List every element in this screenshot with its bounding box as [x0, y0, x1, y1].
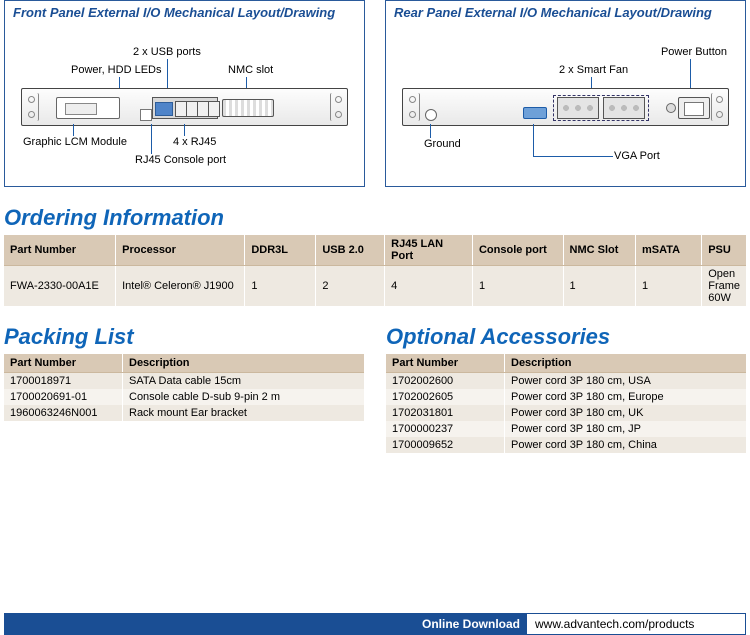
front-chassis [21, 88, 348, 126]
online-download-label: Online Download [412, 613, 526, 635]
th-part-number: Part Number [386, 354, 505, 373]
label-vga: VGA Port [614, 150, 660, 162]
cell-desc: SATA Data cable 15cm [123, 373, 365, 390]
cell-ddr3l: 1 [245, 266, 316, 307]
rj45-port [208, 101, 220, 117]
accessories-heading: Optional Accessories [386, 324, 746, 350]
th-ddr3l: DDR3L [245, 235, 316, 266]
th-msata: mSATA [636, 235, 702, 266]
rear-panel-box: Rear Panel External I/O Mechanical Layou… [385, 0, 746, 187]
label-smart-fan: 2 x Smart Fan [559, 64, 628, 76]
label-power-leds: Power, HDD LEDs [71, 64, 161, 76]
cell-part: FWA-2330-00A1E [4, 266, 116, 307]
smart-fan [603, 97, 645, 119]
cell-desc: Power cord 3P 180 cm, USA [505, 373, 747, 390]
rear-chassis [402, 88, 729, 126]
front-panel-drawing: 2 x USB ports Power, HDD LEDs NMC slot [13, 28, 356, 178]
psu-inlet [678, 97, 710, 119]
table-row: 1700020691-01 Console cable D-sub 9-pin … [4, 389, 364, 405]
ordering-heading: Ordering Information [4, 205, 746, 231]
packing-table: Part Number Description 1700018971 SATA … [4, 354, 364, 421]
footer-bar: Online Download www.advantech.com/produc… [4, 613, 746, 635]
th-psu: PSU [702, 235, 746, 266]
cell-desc: Rack mount Ear bracket [123, 405, 365, 421]
th-part-number: Part Number [4, 354, 123, 373]
th-console: Console port [472, 235, 563, 266]
label-console: RJ45 Console port [135, 154, 226, 166]
front-panel-title: Front Panel External I/O Mechanical Layo… [13, 5, 356, 20]
label-nmc-slot: NMC slot [228, 64, 273, 76]
usb-ports [155, 102, 173, 116]
th-part-number: Part Number [4, 235, 116, 266]
table-row: 1700000237 Power cord 3P 180 cm, JP [386, 421, 746, 437]
lcm-module [56, 97, 120, 119]
nmc-slot [222, 99, 274, 117]
label-lcm: Graphic LCM Module [23, 136, 127, 148]
cell-desc: Power cord 3P 180 cm, JP [505, 421, 747, 437]
rear-panel-title: Rear Panel External I/O Mechanical Layou… [394, 5, 737, 20]
table-row: 1702002600 Power cord 3P 180 cm, USA [386, 373, 746, 390]
vga-port [523, 107, 547, 119]
cell-desc: Power cord 3P 180 cm, China [505, 437, 747, 453]
th-lan: RJ45 LAN Port [385, 235, 473, 266]
cell-part: 1700000237 [386, 421, 505, 437]
cell-desc: Power cord 3P 180 cm, UK [505, 405, 747, 421]
table-row: 1960063246N001 Rack mount Ear bracket [4, 405, 364, 421]
console-port [140, 109, 152, 121]
cell-desc: Power cord 3P 180 cm, Europe [505, 389, 747, 405]
table-row: FWA-2330-00A1E Intel® Celeron® J1900 1 2… [4, 266, 746, 307]
cell-part: 1700018971 [4, 373, 123, 390]
table-row: 1702031801 Power cord 3P 180 cm, UK [386, 405, 746, 421]
ordering-table: Part Number Processor DDR3L USB 2.0 RJ45… [4, 235, 746, 306]
cell-part: 1700009652 [386, 437, 505, 453]
packing-heading: Packing List [4, 324, 364, 350]
cell-msata: 1 [636, 266, 702, 307]
accessories-table: Part Number Description 1702002600 Power… [386, 354, 746, 453]
io-layout-panels: Front Panel External I/O Mechanical Layo… [4, 0, 746, 187]
th-usb: USB 2.0 [316, 235, 385, 266]
table-row: 1702002605 Power cord 3P 180 cm, Europe [386, 389, 746, 405]
power-button [666, 103, 676, 113]
cell-part: 1702031801 [386, 405, 505, 421]
table-row: 1700009652 Power cord 3P 180 cm, China [386, 437, 746, 453]
cell-psu: Open Frame 60W [702, 266, 746, 307]
th-description: Description [505, 354, 747, 373]
port-stack [152, 97, 218, 119]
online-download-url[interactable]: www.advantech.com/products [526, 613, 746, 635]
cell-part: 1700020691-01 [4, 389, 123, 405]
cell-nmc: 1 [563, 266, 635, 307]
th-processor: Processor [116, 235, 245, 266]
label-usb-ports: 2 x USB ports [133, 46, 201, 58]
cell-part: 1960063246N001 [4, 405, 123, 421]
cell-part: 1702002600 [386, 373, 505, 390]
cell-console: 1 [472, 266, 563, 307]
smart-fan [557, 97, 599, 119]
ground-screw [425, 109, 437, 121]
cell-lan: 4 [385, 266, 473, 307]
cell-part: 1702002605 [386, 389, 505, 405]
th-nmc: NMC Slot [563, 235, 635, 266]
label-ground: Ground [424, 138, 461, 150]
cell-desc: Console cable D-sub 9-pin 2 m [123, 389, 365, 405]
rear-panel-drawing: Power Button 2 x Smart Fan [394, 28, 737, 178]
table-row: 1700018971 SATA Data cable 15cm [4, 373, 364, 390]
th-description: Description [123, 354, 365, 373]
label-power-button: Power Button [661, 46, 727, 58]
cell-proc: Intel® Celeron® J1900 [116, 266, 245, 307]
cell-usb: 2 [316, 266, 385, 307]
front-panel-box: Front Panel External I/O Mechanical Layo… [4, 0, 365, 187]
label-rj45: 4 x RJ45 [173, 136, 216, 148]
